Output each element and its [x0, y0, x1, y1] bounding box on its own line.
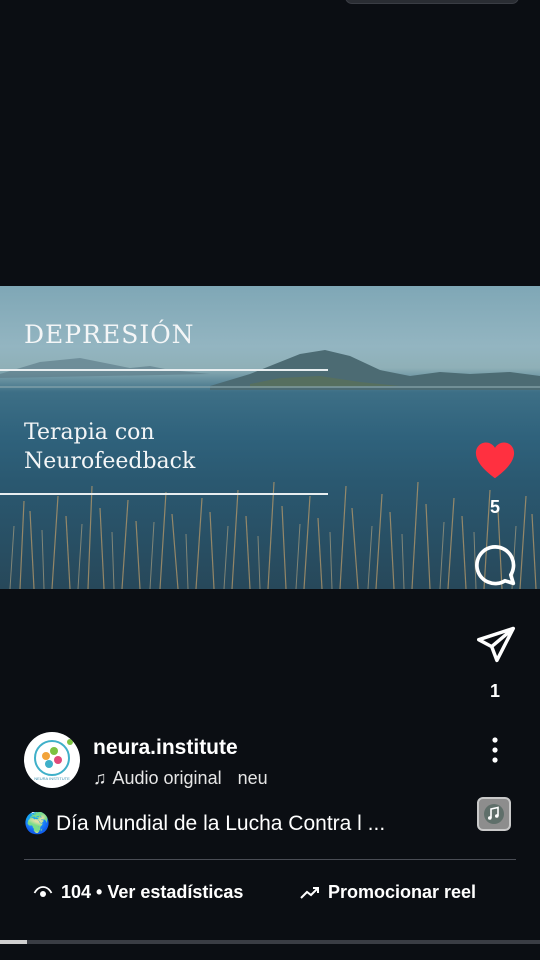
share-count: 1 — [489, 681, 500, 701]
comment-icon — [475, 545, 516, 586]
avatar[interactable]: NEURA INSTITUTE — [24, 732, 80, 788]
video-title: DEPRESIÓN — [24, 320, 195, 349]
audio-thumbnail[interactable] — [477, 797, 511, 831]
view-stats-button[interactable]: 104 • Ver estadísticas — [33, 882, 243, 903]
reel-video[interactable]: DEPRESIÓN Terapia con Neurofeedback — [0, 286, 540, 589]
promote-label: Promocionar reel — [328, 882, 477, 902]
send-icon — [476, 626, 515, 663]
comment-button[interactable] — [473, 543, 517, 587]
heart-icon — [475, 442, 515, 479]
eye-icon — [33, 886, 53, 897]
audio-label: Audio original — [112, 768, 222, 788]
divider — [24, 859, 516, 860]
like-button[interactable] — [473, 440, 517, 480]
playback-progress-fill — [0, 940, 27, 944]
post-caption[interactable]: 🌍 Día Mundial de la Lucha Contra l ... — [24, 812, 444, 836]
like-count: 5 — [489, 497, 500, 517]
video-subtitle-line-2: Neurofeedback — [24, 449, 196, 474]
video-subtitle: Terapia con Neurofeedback — [24, 418, 324, 476]
video-divider-top — [0, 369, 328, 371]
music-note-icon: ♫ — [93, 768, 107, 788]
promote-reel-button[interactable]: Promocionar reel — [300, 882, 476, 903]
trending-up-icon — [300, 887, 319, 899]
more-options-button[interactable] — [482, 736, 508, 764]
video-divider-bottom — [0, 493, 328, 495]
avatar-text: NEURA INSTITUTE — [34, 776, 70, 781]
stats-label: 104 • Ver estadísticas — [61, 882, 244, 902]
video-subtitle-line-1: Terapia con — [24, 420, 155, 445]
music-note-icon — [484, 804, 504, 824]
neura-logo: NEURA INSTITUTE — [34, 739, 73, 781]
more-vertical-icon — [492, 737, 498, 763]
audio-line[interactable]: ♫ Audio original neu — [93, 768, 268, 789]
top-pill-handle — [345, 0, 519, 4]
username[interactable]: neura.institute — [93, 736, 238, 760]
playback-progress-bar[interactable] — [0, 940, 540, 944]
share-button[interactable] — [475, 625, 517, 663]
audio-extra: neu — [237, 768, 268, 788]
